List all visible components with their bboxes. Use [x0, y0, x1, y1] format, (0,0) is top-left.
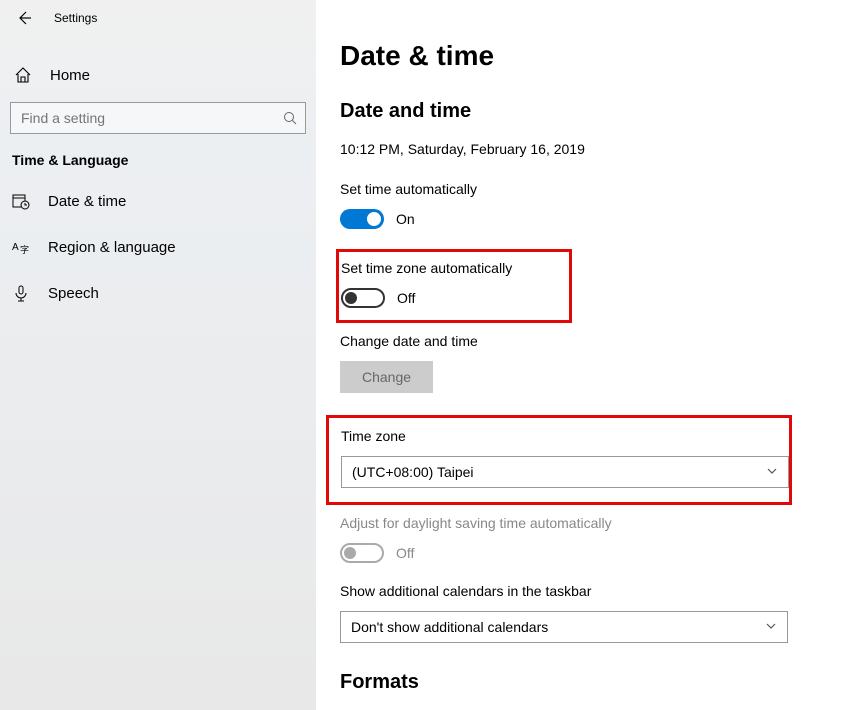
- sidebar-item-speech[interactable]: Speech: [0, 270, 316, 316]
- highlight-timezone: Time zone (UTC+08:00) Taipei: [326, 415, 792, 505]
- svg-text:A: A: [12, 242, 19, 253]
- calendar-clock-icon: [12, 192, 30, 210]
- dst-label: Adjust for daylight saving time automati…: [340, 515, 846, 531]
- sidebar-header: Settings: [0, 0, 316, 36]
- tz-dropdown[interactable]: (UTC+08:00) Taipei: [341, 456, 789, 488]
- set-tz-auto-state: Off: [397, 290, 415, 306]
- sidebar-item-region-language[interactable]: A字 Region & language: [0, 224, 316, 270]
- set-time-auto-row: On: [340, 209, 846, 229]
- set-time-auto-toggle[interactable]: [340, 209, 384, 229]
- page-title: Date & time: [340, 40, 846, 72]
- formats-title: Formats: [340, 671, 846, 694]
- back-button[interactable]: [16, 10, 32, 26]
- dst-toggle: [340, 543, 384, 563]
- nav-label: Date & time: [48, 193, 126, 210]
- addl-cal-value: Don't show additional calendars: [351, 619, 548, 635]
- window-title: Settings: [54, 11, 97, 25]
- tz-value: (UTC+08:00) Taipei: [352, 464, 474, 480]
- sidebar-item-date-time[interactable]: Date & time: [0, 178, 316, 224]
- set-tz-auto-row: Off: [341, 288, 559, 308]
- sidebar-item-home[interactable]: Home: [0, 56, 316, 94]
- svg-text:字: 字: [20, 244, 29, 255]
- addl-cal-dropdown[interactable]: Don't show additional calendars: [340, 611, 788, 643]
- set-tz-auto-label: Set time zone automatically: [341, 260, 559, 276]
- home-label: Home: [50, 67, 90, 84]
- section-title: Date and time: [340, 100, 846, 123]
- chevron-down-icon: [766, 464, 778, 480]
- sidebar: Settings Home Time & Language Date & tim…: [0, 0, 316, 710]
- current-datetime: 10:12 PM, Saturday, February 16, 2019: [340, 141, 846, 157]
- dst-row: Off: [340, 543, 846, 563]
- search-icon: [275, 111, 305, 125]
- addl-cal-label: Show additional calendars in the taskbar: [340, 583, 846, 599]
- sidebar-category: Time & Language: [0, 134, 316, 178]
- change-button: Change: [340, 361, 433, 393]
- set-tz-auto-toggle[interactable]: [341, 288, 385, 308]
- set-time-auto-state: On: [396, 211, 415, 227]
- nav-label: Speech: [48, 285, 99, 302]
- dst-state: Off: [396, 545, 414, 561]
- tz-label: Time zone: [341, 428, 781, 444]
- search-input[interactable]: [11, 110, 275, 126]
- language-icon: A字: [12, 238, 30, 256]
- highlight-set-tz-auto: Set time zone automatically Off: [336, 249, 572, 323]
- change-dt-label: Change date and time: [340, 333, 846, 349]
- microphone-icon: [12, 284, 30, 302]
- search-wrap: [0, 102, 316, 134]
- main-content: Date & time Date and time 10:12 PM, Satu…: [316, 0, 846, 710]
- search-box[interactable]: [10, 102, 306, 134]
- chevron-down-icon: [765, 619, 777, 635]
- nav-label: Region & language: [48, 239, 176, 256]
- arrow-left-icon: [16, 10, 32, 26]
- home-icon: [14, 66, 32, 84]
- set-time-auto-label: Set time automatically: [340, 181, 846, 197]
